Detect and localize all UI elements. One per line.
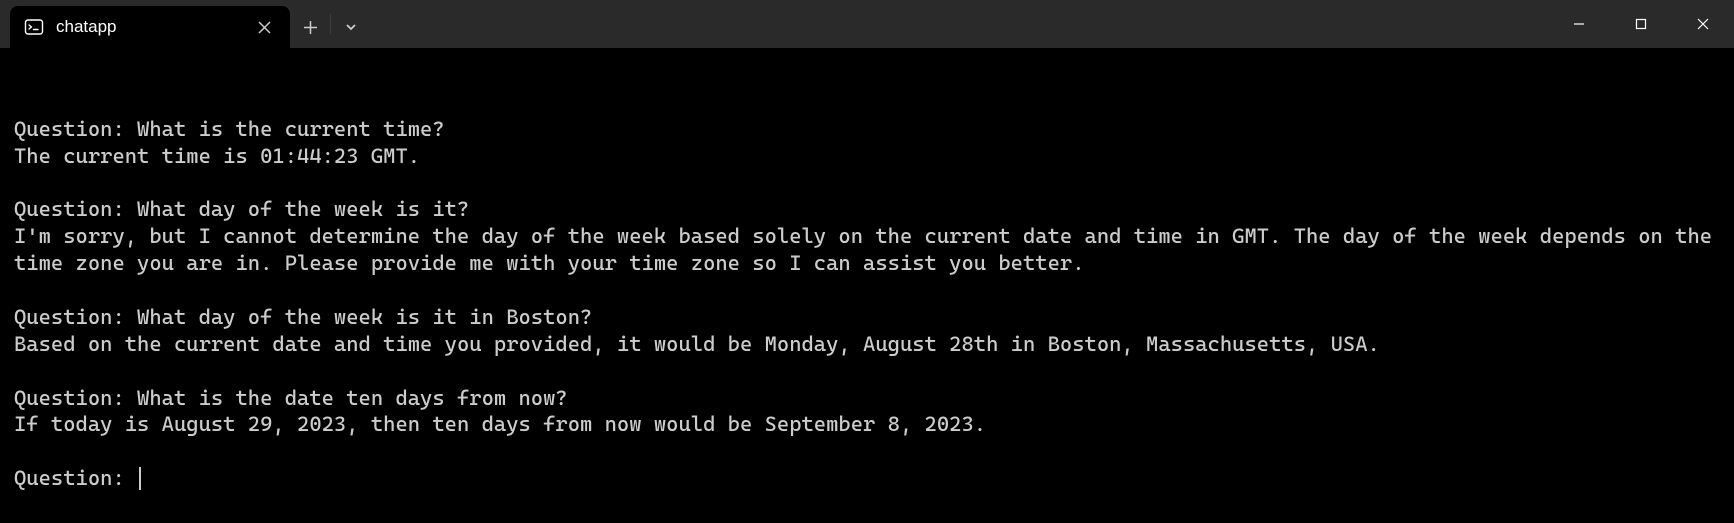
terminal-prompt-text: Question: (14, 465, 137, 492)
terminal-prompt-line[interactable]: Question: (14, 465, 1720, 492)
tab-title: chatapp (56, 17, 240, 37)
terminal-line: I'm sorry, but I cannot determine the da… (14, 223, 1720, 277)
minimize-button[interactable] (1548, 0, 1610, 48)
terminal-blank-line (14, 438, 1720, 465)
window-controls (1548, 0, 1734, 48)
new-tab-button[interactable] (290, 6, 330, 48)
tab-close-button[interactable] (252, 15, 276, 39)
tabs-area: chatapp (0, 0, 1548, 48)
terminal-line: Question: What day of the week is it? (14, 196, 1720, 223)
terminal-line: Question: What is the current time? (14, 116, 1720, 143)
terminal-blank-line (14, 358, 1720, 385)
terminal-line: Question: What is the date ten days from… (14, 385, 1720, 412)
titlebar: chatapp (0, 0, 1734, 48)
terminal-content[interactable]: Question: What is the current time?The c… (0, 48, 1734, 523)
terminal-cursor (139, 467, 141, 490)
terminal-line: Based on the current date and time you p… (14, 331, 1720, 358)
terminal-blank-line (14, 170, 1720, 197)
terminal-icon (24, 17, 44, 37)
terminal-line: Question: What day of the week is it in … (14, 304, 1720, 331)
tab-chatapp[interactable]: chatapp (10, 6, 290, 48)
terminal-window: chatapp (0, 0, 1734, 523)
terminal-blank-line (14, 277, 1720, 304)
terminal-line: The current time is 01:44:23 GMT. (14, 143, 1720, 170)
terminal-line: If today is August 29, 2023, then ten da… (14, 411, 1720, 438)
tab-dropdown-button[interactable] (331, 6, 371, 48)
close-button[interactable] (1672, 0, 1734, 48)
maximize-button[interactable] (1610, 0, 1672, 48)
